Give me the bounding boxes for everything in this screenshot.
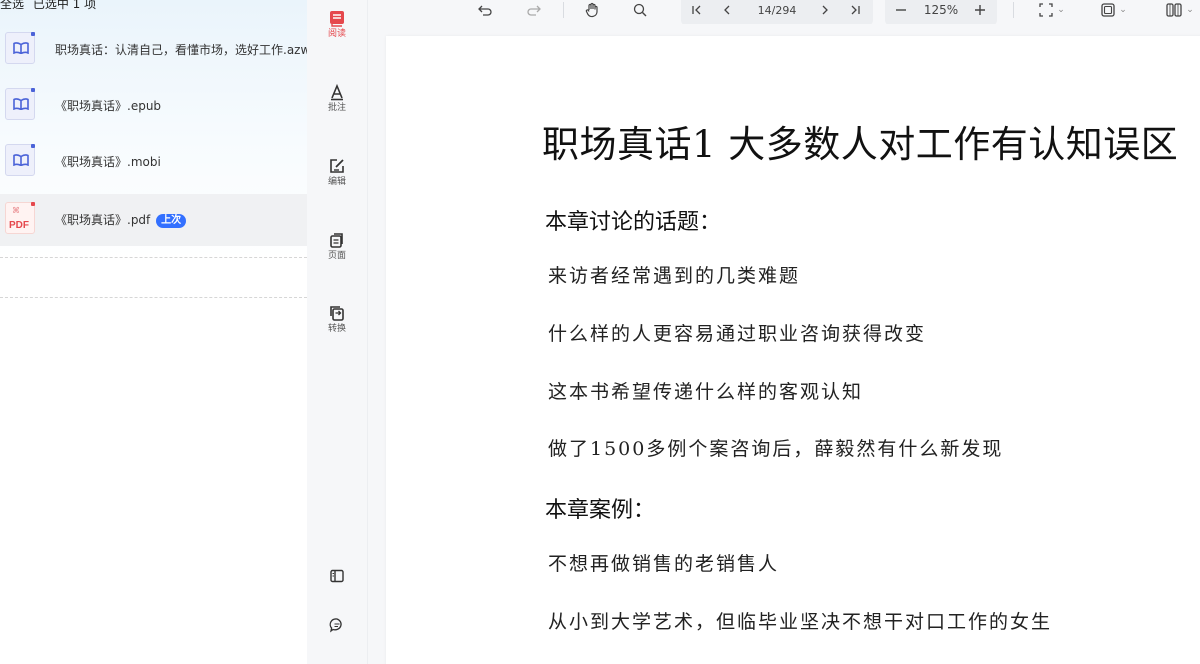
file-name: 《职场真话》.mobi — [55, 155, 161, 169]
case-line: 从小到大学艺术，但临毕业坚决不想干对口工作的女生 — [548, 611, 1053, 633]
topic-line: 做了1500多例个案咨询后，薛毅然有什么新发现 — [548, 438, 1004, 460]
prev-page-icon — [724, 5, 730, 15]
divider — [0, 257, 307, 258]
rail-item-annotate[interactable]: 批注 — [307, 83, 367, 131]
last-page-icon — [851, 5, 860, 15]
pdf-label: PDF — [9, 220, 29, 231]
rail-item-pages[interactable]: 页面 — [307, 231, 367, 279]
redo-icon — [527, 5, 541, 16]
file-list-pane: 全选 已选中 1 项 职场真话：认清自己，看懂市场，选好工作.azw3 《职场真… — [0, 0, 318, 664]
section-heading: 本章讨论的话题： — [545, 209, 722, 234]
zoom-out-button[interactable] — [892, 1, 910, 19]
file-name: 《职场真话》.pdf 上次 — [55, 212, 187, 228]
rail-label: 页面 — [327, 251, 346, 261]
toolbar-separator — [1013, 2, 1014, 18]
select-all-checkbox-label[interactable]: 全选 — [0, 0, 24, 11]
rail-item-convert[interactable]: 转换 — [307, 304, 367, 352]
zoom-in-button[interactable] — [971, 1, 989, 19]
page-layout-button[interactable]: ⌄ — [1160, 1, 1200, 19]
rail-label: 阅读 — [327, 29, 346, 39]
first-page-icon — [692, 5, 701, 15]
file-item-epub[interactable]: 《职场真话》.epub — [0, 80, 307, 132]
book-file-icon — [5, 88, 35, 120]
rail-label: 编辑 — [327, 177, 346, 187]
zoom-level[interactable]: 125% — [918, 1, 964, 19]
rail-label: 批注 — [327, 103, 346, 113]
rail-label: 转换 — [327, 324, 346, 334]
zoom-in-icon — [975, 5, 985, 15]
convert-icon — [330, 306, 344, 321]
document-canvas[interactable]: 职场真话1 大多数人对工作有认知误区 本章讨论的话题： 来访者经常遇到的几类难题… — [368, 24, 1200, 664]
chapter-title: 职场真话1 大多数人对工作有认知误区 — [542, 123, 1179, 166]
undo-icon — [478, 5, 492, 16]
page-number-input[interactable]: 14/294 — [746, 1, 808, 19]
last-page-button[interactable] — [846, 1, 864, 19]
next-page-icon — [822, 5, 828, 15]
book-file-icon — [5, 144, 35, 176]
rail-item-edit[interactable]: 编辑 — [307, 157, 367, 205]
hand-icon — [585, 2, 598, 18]
selection-bar: 全选 已选中 1 项 — [0, 0, 101, 12]
last-opened-badge: 上次 — [156, 214, 187, 228]
zoom-out-icon — [896, 9, 906, 11]
hand-tool-button[interactable] — [581, 1, 603, 19]
selected-count: 已选中 1 项 — [32, 0, 97, 11]
toolbar-separator — [563, 2, 564, 18]
sidebar-panel-icon — [330, 569, 344, 583]
acrobat-mark-icon: ⌘ — [12, 206, 20, 215]
topic-line: 来访者经常遇到的几类难题 — [548, 265, 801, 287]
feedback-button[interactable] — [307, 617, 367, 633]
rail-item-read[interactable]: 阅读 — [307, 9, 367, 57]
pdf-page[interactable]: 职场真话1 大多数人对工作有认知误区 本章讨论的话题： 来访者经常遇到的几类难题… — [386, 36, 1200, 664]
file-name: 《职场真话》.epub — [55, 99, 162, 113]
first-page-button[interactable] — [688, 1, 706, 19]
chevron-down-icon: ⌄ — [1057, 5, 1065, 15]
top-toolbar: 14/294 125% ⌄ ⌄ ⌄ — [368, 0, 1200, 26]
undo-button[interactable] — [475, 1, 495, 19]
file-name: 职场真话：认清自己，看懂市场，选好工作.azw3 — [55, 43, 318, 57]
file-item-azw3[interactable]: 职场真话：认清自己，看懂市场，选好工作.azw3 — [0, 24, 318, 76]
file-item-mobi[interactable]: 《职场真话》.mobi — [0, 136, 307, 188]
toggle-sidebar-button[interactable] — [307, 568, 367, 584]
chevron-down-icon: ⌄ — [1186, 5, 1194, 15]
fit-page-icon — [1039, 3, 1053, 17]
next-page-button[interactable] — [816, 1, 834, 19]
divider — [0, 297, 307, 298]
pdf-file-icon: ⌘ PDF — [5, 202, 35, 234]
prev-page-button[interactable] — [718, 1, 736, 19]
read-icon — [330, 11, 344, 27]
book-file-icon — [5, 32, 35, 64]
fullscreen-button[interactable]: ⌄ — [1094, 1, 1134, 19]
search-button[interactable] — [630, 1, 650, 19]
search-icon — [633, 3, 647, 17]
annotate-icon — [331, 83, 343, 101]
redo-button[interactable] — [524, 1, 544, 19]
tool-rail: 阅读 批注 编辑 页面 转换 — [307, 0, 368, 664]
fit-page-button[interactable]: ⌄ — [1032, 1, 1072, 19]
edit-icon — [330, 159, 344, 173]
chevron-down-icon: ⌄ — [1119, 5, 1127, 15]
topic-line: 这本书希望传递什么样的客观认知 — [548, 381, 864, 403]
chat-bubble-icon — [329, 618, 342, 633]
case-line: 不想再做销售的老销售人 — [548, 553, 780, 575]
section-heading: 本章案例： — [545, 497, 656, 522]
layout-icon — [1166, 3, 1182, 17]
fullscreen-icon — [1101, 3, 1115, 17]
topic-line: 什么样的人更容易通过职业咨询获得改变 — [548, 323, 927, 345]
pages-icon — [330, 233, 343, 248]
file-item-pdf[interactable]: ⌘ PDF 《职场真话》.pdf 上次 — [0, 194, 307, 246]
